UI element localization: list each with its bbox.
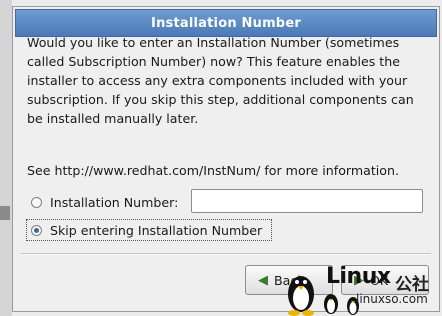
background-window — [0, 0, 12, 316]
watermark-brand: Linux — [326, 264, 391, 289]
radio-button-selected[interactable] — [31, 225, 42, 236]
button-separator — [21, 253, 431, 255]
tux-penguin-small-icon — [324, 294, 338, 314]
installation-number-input[interactable] — [191, 189, 423, 213]
radio-label-skip: Skip entering Installation Number — [50, 223, 263, 238]
dialog-title: Installation Number — [151, 15, 301, 31]
radio-skip-installation-number[interactable]: Skip entering Installation Number — [31, 223, 262, 238]
dialog-description: Would you like to enter an Installation … — [27, 35, 414, 126]
more-info-text: See http://www.redhat.com/InstNum/ for m… — [27, 163, 399, 178]
back-arrow-icon: ◀ — [258, 272, 268, 288]
watermark-url: linuxso.com — [356, 292, 428, 306]
background-window-edge — [0, 206, 10, 220]
radio-button-unselected[interactable] — [31, 197, 42, 208]
radio-label-installation-number: Installation Number: — [50, 195, 179, 210]
radio-enter-installation-number[interactable]: Installation Number: — [31, 195, 178, 210]
tux-penguin-icon — [288, 276, 314, 316]
